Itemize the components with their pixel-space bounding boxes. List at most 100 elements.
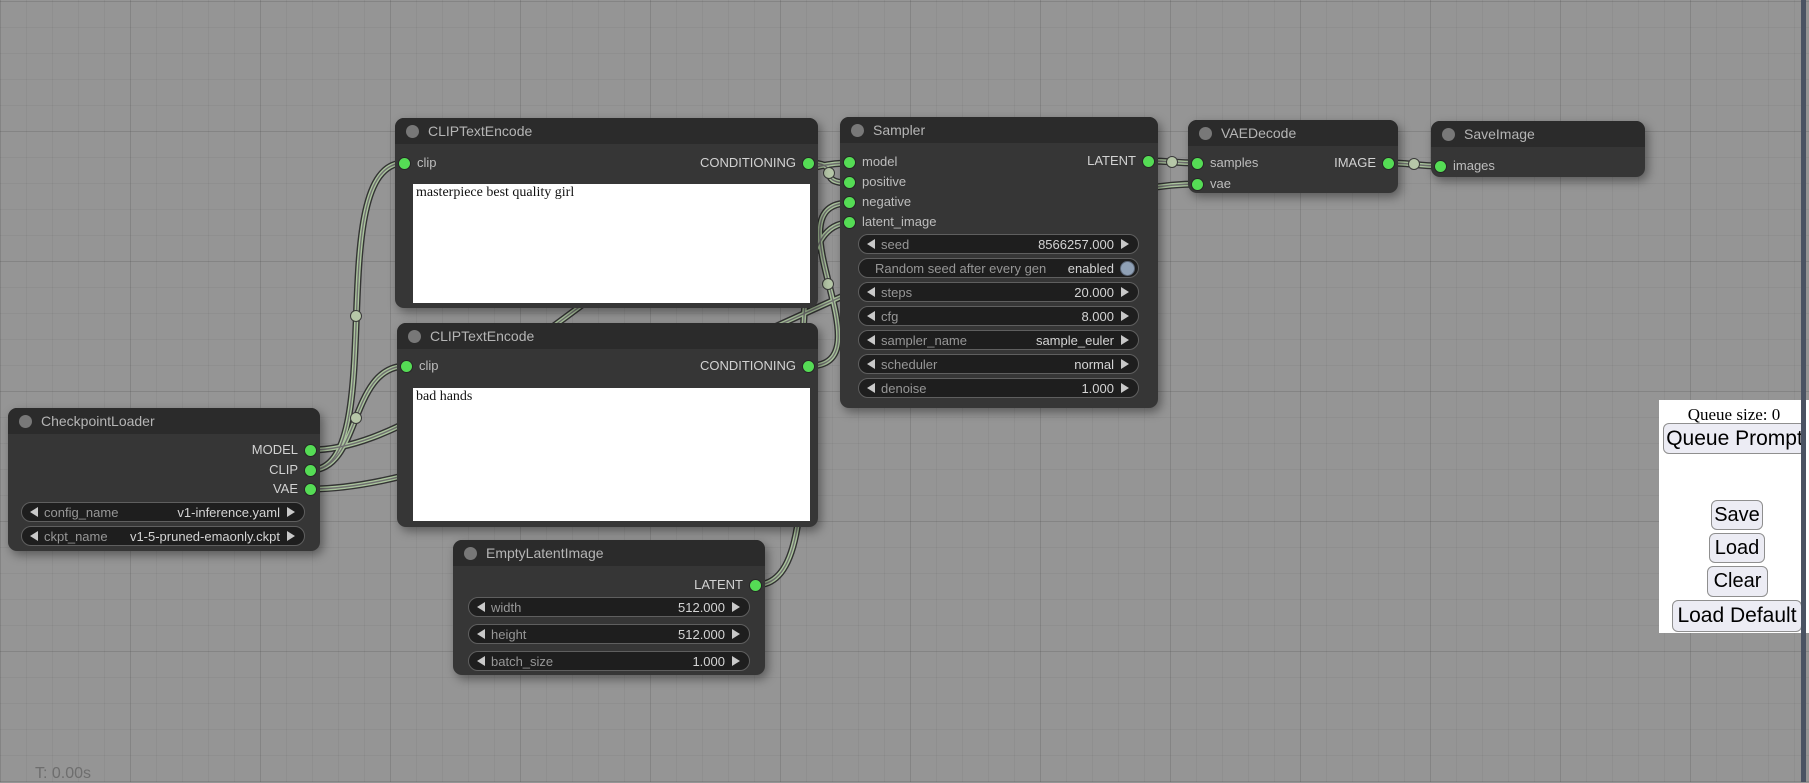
- execution-time-label: T: 0.00s: [35, 765, 91, 783]
- output-label-model: MODEL: [252, 440, 298, 460]
- node-vaedecode[interactable]: VAEDecode samples IMAGE vae: [1188, 120, 1398, 193]
- node-title: EmptyLatentImage: [486, 545, 604, 561]
- widget-random-seed[interactable]: Random seed after every gen enabled: [858, 258, 1139, 278]
- node-collapse-dot-icon[interactable]: [406, 125, 419, 138]
- widget-steps[interactable]: steps 20.000: [858, 282, 1139, 302]
- node-title-bar[interactable]: EmptyLatentImage: [453, 540, 765, 566]
- node-collapse-dot-icon[interactable]: [19, 415, 32, 428]
- decrement-arrow-icon[interactable]: [867, 239, 875, 249]
- save-button[interactable]: Save: [1711, 500, 1763, 530]
- widget-height[interactable]: height 512.000: [468, 624, 750, 644]
- output-slot-vae[interactable]: [305, 484, 316, 495]
- widget-value[interactable]: 512.000: [678, 627, 725, 642]
- output-slot-latent[interactable]: [750, 580, 761, 591]
- decrement-arrow-icon[interactable]: [867, 311, 875, 321]
- input-slot-clip[interactable]: [399, 158, 410, 169]
- increment-arrow-icon[interactable]: [1121, 311, 1129, 321]
- increment-arrow-icon[interactable]: [1121, 287, 1129, 297]
- increment-arrow-icon[interactable]: [287, 531, 295, 541]
- output-slot-image[interactable]: [1383, 158, 1394, 169]
- decrement-arrow-icon[interactable]: [30, 531, 38, 541]
- decrement-arrow-icon[interactable]: [30, 507, 38, 517]
- widget-config-name[interactable]: config_name v1-inference.yaml: [21, 502, 305, 522]
- widget-value[interactable]: 8566257.000: [1038, 237, 1114, 252]
- queue-size-label: Queue size: 0: [1659, 405, 1809, 425]
- node-title-bar[interactable]: CLIPTextEncode: [395, 118, 818, 144]
- vertical-scrollbar[interactable]: [1801, 0, 1806, 782]
- decrement-arrow-icon[interactable]: [867, 383, 875, 393]
- prompt-textarea[interactable]: bad hands: [413, 388, 810, 521]
- increment-arrow-icon[interactable]: [1121, 239, 1129, 249]
- widget-value[interactable]: v1-inference.yaml: [177, 505, 280, 520]
- widget-batch-size[interactable]: batch_size 1.000: [468, 651, 750, 671]
- decrement-arrow-icon[interactable]: [477, 629, 485, 639]
- increment-arrow-icon[interactable]: [732, 629, 740, 639]
- input-slot-negative[interactable]: [844, 197, 855, 208]
- widget-value[interactable]: 1.000: [692, 654, 725, 669]
- output-slot-conditioning[interactable]: [803, 361, 814, 372]
- widget-value[interactable]: 1.000: [1081, 381, 1114, 396]
- node-title-bar[interactable]: CheckpointLoader: [8, 408, 320, 434]
- widget-value[interactable]: v1-5-pruned-emaonly.ckpt: [130, 529, 280, 544]
- decrement-arrow-icon[interactable]: [867, 335, 875, 345]
- node-cliptextencode-negative[interactable]: CLIPTextEncode clip CONDITIONING bad han…: [397, 323, 818, 527]
- widget-value[interactable]: sample_euler: [1036, 333, 1114, 348]
- increment-arrow-icon[interactable]: [1121, 359, 1129, 369]
- widget-value[interactable]: normal: [1074, 357, 1114, 372]
- input-slot-images[interactable]: [1435, 161, 1446, 172]
- input-slot-model[interactable]: [844, 157, 855, 168]
- increment-arrow-icon[interactable]: [1121, 335, 1129, 345]
- node-emptylatentimage[interactable]: EmptyLatentImage LATENT width 512.000 he…: [453, 540, 765, 675]
- output-slot-latent[interactable]: [1143, 156, 1154, 167]
- widget-ckpt-name[interactable]: ckpt_name v1-5-pruned-emaonly.ckpt: [21, 526, 305, 546]
- widget-width[interactable]: width 512.000: [468, 597, 750, 617]
- input-slot-samples[interactable]: [1192, 158, 1203, 169]
- widget-scheduler[interactable]: scheduler normal: [858, 354, 1139, 374]
- output-slot-conditioning[interactable]: [803, 158, 814, 169]
- input-slot-latent-image[interactable]: [844, 217, 855, 228]
- node-title: Sampler: [873, 122, 925, 138]
- node-collapse-dot-icon[interactable]: [464, 547, 477, 560]
- input-slot-vae[interactable]: [1192, 179, 1203, 190]
- node-cliptextencode-positive[interactable]: CLIPTextEncode clip CONDITIONING masterp…: [395, 118, 818, 308]
- widget-label: seed: [881, 237, 909, 252]
- prompt-textarea[interactable]: masterpiece best quality girl: [413, 184, 810, 303]
- node-saveimage[interactable]: SaveImage images: [1431, 121, 1645, 177]
- node-collapse-dot-icon[interactable]: [408, 330, 421, 343]
- decrement-arrow-icon[interactable]: [477, 656, 485, 666]
- load-button[interactable]: Load: [1709, 533, 1765, 563]
- clear-button[interactable]: Clear: [1707, 566, 1768, 597]
- node-checkpointloader[interactable]: CheckpointLoader MODEL CLIP VAE config_n…: [8, 408, 320, 551]
- node-collapse-dot-icon[interactable]: [1442, 128, 1455, 141]
- output-label-image: IMAGE: [1334, 153, 1376, 173]
- toggle-icon[interactable]: [1120, 261, 1135, 276]
- decrement-arrow-icon[interactable]: [867, 359, 875, 369]
- input-slot-positive[interactable]: [844, 177, 855, 188]
- load-default-button[interactable]: Load Default: [1672, 600, 1802, 632]
- increment-arrow-icon[interactable]: [1121, 383, 1129, 393]
- increment-arrow-icon[interactable]: [732, 656, 740, 666]
- widget-value[interactable]: 512.000: [678, 600, 725, 615]
- node-collapse-dot-icon[interactable]: [851, 124, 864, 137]
- increment-arrow-icon[interactable]: [732, 602, 740, 612]
- output-slot-model[interactable]: [305, 445, 316, 456]
- node-title-bar[interactable]: Sampler: [840, 117, 1158, 143]
- node-title-bar[interactable]: SaveImage: [1431, 121, 1645, 147]
- widget-sampler-name[interactable]: sampler_name sample_euler: [858, 330, 1139, 350]
- output-slot-clip[interactable]: [305, 465, 316, 476]
- node-title: VAEDecode: [1221, 125, 1296, 141]
- decrement-arrow-icon[interactable]: [867, 287, 875, 297]
- input-slot-clip[interactable]: [401, 361, 412, 372]
- widget-denoise[interactable]: denoise 1.000: [858, 378, 1139, 398]
- widget-cfg[interactable]: cfg 8.000: [858, 306, 1139, 326]
- decrement-arrow-icon[interactable]: [477, 602, 485, 612]
- queue-prompt-button[interactable]: Queue Prompt: [1663, 423, 1806, 454]
- increment-arrow-icon[interactable]: [287, 507, 295, 517]
- node-title-bar[interactable]: CLIPTextEncode: [397, 323, 818, 349]
- widget-value[interactable]: 8.000: [1081, 309, 1114, 324]
- widget-seed[interactable]: seed 8566257.000: [858, 234, 1139, 254]
- widget-value[interactable]: 20.000: [1074, 285, 1114, 300]
- node-title-bar[interactable]: VAEDecode: [1188, 120, 1398, 146]
- node-sampler[interactable]: Sampler model positive negative latent_i…: [840, 117, 1158, 408]
- node-collapse-dot-icon[interactable]: [1199, 127, 1212, 140]
